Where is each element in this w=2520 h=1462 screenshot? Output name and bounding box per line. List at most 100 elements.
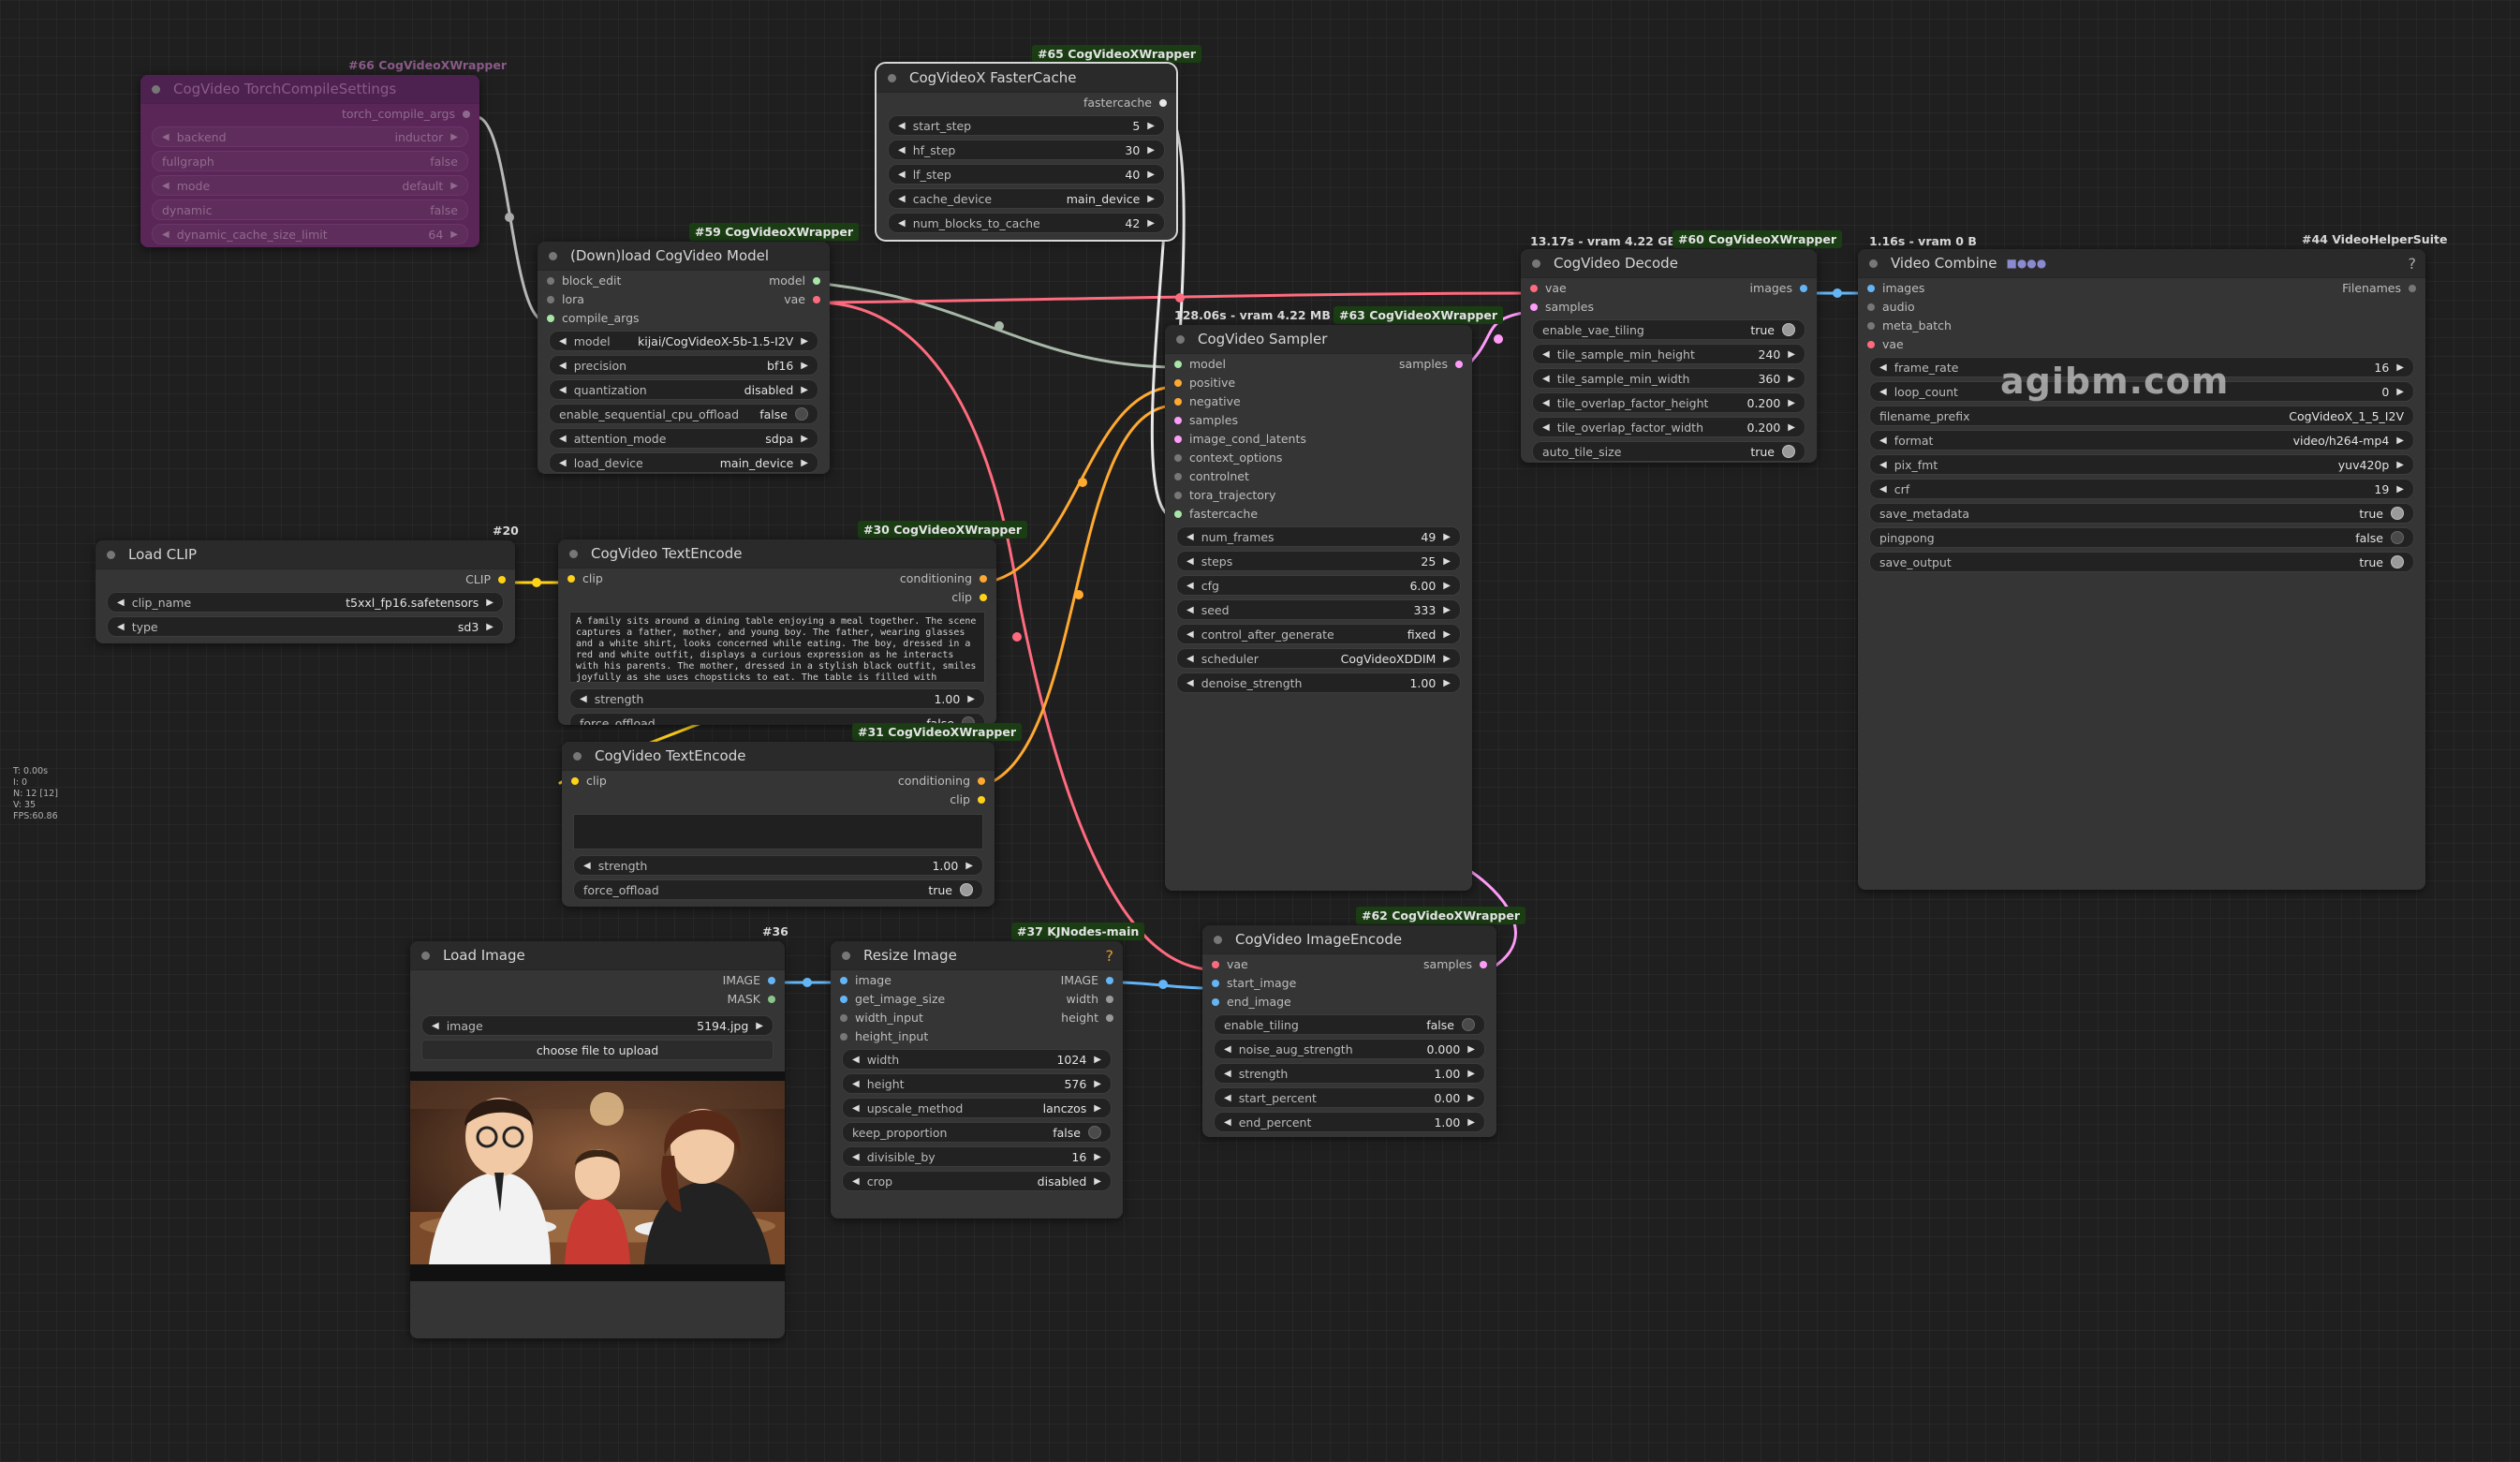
- input-slot[interactable]: [840, 976, 847, 984]
- widget-lf-step[interactable]: ◀ lf_step 40 ▶: [888, 164, 1165, 185]
- widget-quantization[interactable]: ◀ quantization disabled ▶: [549, 379, 818, 400]
- widget-dynamic-cache-size-limit[interactable]: ◀ dynamic_cache_size_limit 64 ▶: [152, 224, 468, 244]
- output-slot[interactable]: [978, 776, 985, 785]
- widget-denoise-strength[interactable]: ◀ denoise_strength 1.00 ▶: [1176, 672, 1461, 693]
- widget-save-metadata[interactable]: save_metadata true: [1869, 503, 2414, 524]
- output-slot[interactable]: [1106, 1013, 1113, 1022]
- help-icon[interactable]: ?: [2409, 255, 2417, 273]
- input-slot[interactable]: [1174, 509, 1182, 518]
- widget-backend[interactable]: ◀ backend inductor ▶: [152, 126, 468, 147]
- input-slot[interactable]: [567, 574, 575, 583]
- input-slot[interactable]: [1867, 340, 1875, 348]
- input-slot[interactable]: [1212, 979, 1219, 987]
- widget-upscale-method[interactable]: ◀ upscale_method lanczos ▶: [842, 1098, 1112, 1118]
- widget-tile-sample-min-width[interactable]: ◀ tile_sample_min_width 360 ▶: [1532, 368, 1805, 389]
- output-slot[interactable]: [2409, 284, 2416, 292]
- widget-width[interactable]: ◀ width 1024 ▶: [842, 1049, 1112, 1070]
- collapse-dot-icon[interactable]: [842, 951, 850, 960]
- widget-fullgraph[interactable]: fullgraph false: [152, 151, 468, 171]
- output-slot[interactable]: [498, 575, 506, 583]
- input-slot[interactable]: [840, 995, 847, 1003]
- node-text-encode-positive[interactable]: CogVideo TextEncode clip conditioning cl…: [558, 539, 996, 725]
- widget-control-after-generate[interactable]: ◀ control_after_generate fixed ▶: [1176, 624, 1461, 644]
- input-slot[interactable]: [840, 1013, 847, 1022]
- node-header[interactable]: Load Image: [410, 941, 785, 970]
- collapse-dot-icon[interactable]: [549, 251, 557, 260]
- widget-start-step[interactable]: ◀ start_step 5 ▶: [888, 115, 1165, 136]
- input-slot[interactable]: [1174, 416, 1182, 424]
- node-header[interactable]: CogVideo TextEncode: [562, 742, 995, 771]
- widget-pix-fmt[interactable]: ◀ pix_fmt yuv420p ▶: [1869, 454, 2414, 475]
- widget-tile-overlap-factor-height[interactable]: ◀ tile_overlap_factor_height 0.200 ▶: [1532, 392, 1805, 413]
- node-video-combine[interactable]: Video Combine ■●●● ? images Filenames au…: [1858, 249, 2425, 890]
- node-header[interactable]: CogVideoX FasterCache: [877, 64, 1176, 93]
- input-slot[interactable]: [1174, 472, 1182, 480]
- widget-clip-name[interactable]: ◀ clip_name t5xxl_fp16.safetensors ▶: [107, 592, 504, 613]
- input-slot[interactable]: [1174, 397, 1182, 406]
- output-slot[interactable]: [463, 110, 470, 118]
- input-slot[interactable]: [1867, 321, 1875, 330]
- widget-noise-aug-strength[interactable]: ◀ noise_aug_strength 0.000 ▶: [1214, 1039, 1485, 1059]
- widget-enable-tiling[interactable]: enable_tiling false: [1214, 1014, 1485, 1035]
- widget-divisible-by[interactable]: ◀ divisible_by 16 ▶: [842, 1146, 1112, 1167]
- output-slot[interactable]: [980, 574, 987, 583]
- upload-button[interactable]: choose file to upload: [421, 1040, 774, 1060]
- widget-hf-step[interactable]: ◀ hf_step 30 ▶: [888, 140, 1165, 160]
- node-header[interactable]: Resize Image ?: [831, 941, 1123, 970]
- input-slot[interactable]: [571, 776, 579, 785]
- collapse-dot-icon[interactable]: [1869, 258, 1878, 268]
- widget-image-select[interactable]: ◀ image 5194.jpg ▶: [421, 1015, 774, 1036]
- widget-enable-vae-tiling[interactable]: enable_vae_tiling true: [1532, 319, 1805, 340]
- widget-cache-device[interactable]: ◀ cache_device main_device ▶: [888, 188, 1165, 209]
- collapse-dot-icon[interactable]: [569, 549, 578, 558]
- widget-end-percent[interactable]: ◀ end_percent 1.00 ▶: [1214, 1112, 1485, 1132]
- node-header[interactable]: CogVideo TorchCompileSettings: [140, 75, 479, 104]
- widget-save-output[interactable]: save_output true: [1869, 552, 2414, 572]
- output-slot[interactable]: [1455, 360, 1463, 368]
- collapse-dot-icon[interactable]: [1214, 935, 1222, 944]
- output-slot[interactable]: [978, 795, 985, 804]
- widget-filename-prefix[interactable]: filename_prefix CogVideoX_1_5_I2V: [1869, 406, 2414, 426]
- node-torch-compile-settings[interactable]: CogVideo TorchCompileSettings torch_comp…: [140, 75, 479, 247]
- input-slot[interactable]: [1867, 303, 1875, 311]
- widget-tile-overlap-factor-width[interactable]: ◀ tile_overlap_factor_width 0.200 ▶: [1532, 417, 1805, 437]
- collapse-dot-icon[interactable]: [107, 550, 115, 559]
- widget-type[interactable]: ◀ type sd3 ▶: [107, 616, 504, 637]
- widget-strength[interactable]: ◀ strength 1.00 ▶: [1214, 1063, 1485, 1084]
- node-header[interactable]: (Down)load CogVideo Model: [538, 242, 830, 271]
- output-slot[interactable]: [1106, 976, 1113, 984]
- widget-force-offload[interactable]: force_offload true: [573, 879, 983, 900]
- input-slot[interactable]: [1530, 303, 1538, 311]
- node-header[interactable]: Video Combine ■●●● ?: [1858, 249, 2425, 278]
- input-slot[interactable]: [547, 314, 554, 322]
- input-slot[interactable]: [1174, 491, 1182, 499]
- widget-height[interactable]: ◀ height 576 ▶: [842, 1073, 1112, 1094]
- node-text-encode-negative[interactable]: CogVideo TextEncode clip conditioning cl…: [562, 742, 995, 907]
- collapse-dot-icon[interactable]: [421, 951, 430, 960]
- widget-crop[interactable]: ◀ crop disabled ▶: [842, 1171, 1112, 1191]
- collapse-dot-icon[interactable]: [888, 73, 896, 82]
- output-slot[interactable]: [813, 276, 820, 285]
- node-resize-image[interactable]: Resize Image ? image IMAGE get_image_siz…: [831, 941, 1123, 1218]
- negative-prompt-textarea[interactable]: [573, 814, 983, 849]
- output-slot[interactable]: [768, 976, 775, 984]
- prompt-textarea[interactable]: A family sits around a dining table enjo…: [569, 612, 985, 683]
- widget-cfg[interactable]: ◀ cfg 6.00 ▶: [1176, 575, 1461, 596]
- input-slot[interactable]: [1174, 378, 1182, 387]
- collapse-dot-icon[interactable]: [573, 751, 582, 761]
- node-header[interactable]: CogVideo Decode: [1521, 249, 1817, 278]
- widget-keep-proportion[interactable]: keep_proportion false: [842, 1122, 1112, 1143]
- input-slot[interactable]: [1174, 435, 1182, 443]
- input-slot[interactable]: [840, 1032, 847, 1041]
- node-header[interactable]: Load CLIP: [96, 540, 515, 569]
- collapse-dot-icon[interactable]: [1532, 258, 1540, 268]
- node-fastercache[interactable]: CogVideoX FasterCache fastercache ◀ start…: [875, 62, 1178, 242]
- widget-num-frames[interactable]: ◀ num_frames 49 ▶: [1176, 526, 1461, 547]
- input-slot[interactable]: [1212, 997, 1219, 1006]
- widget-enable-sequential-cpu-offload[interactable]: enable_sequential_cpu_offload false: [549, 404, 818, 424]
- input-slot[interactable]: [547, 295, 554, 303]
- node-header[interactable]: CogVideo ImageEncode: [1202, 925, 1496, 954]
- widget-load-device[interactable]: ◀ load_device main_device ▶: [549, 452, 818, 473]
- widget-num-blocks-to-cache[interactable]: ◀ num_blocks_to_cache 42 ▶: [888, 213, 1165, 233]
- input-slot[interactable]: [1530, 284, 1538, 292]
